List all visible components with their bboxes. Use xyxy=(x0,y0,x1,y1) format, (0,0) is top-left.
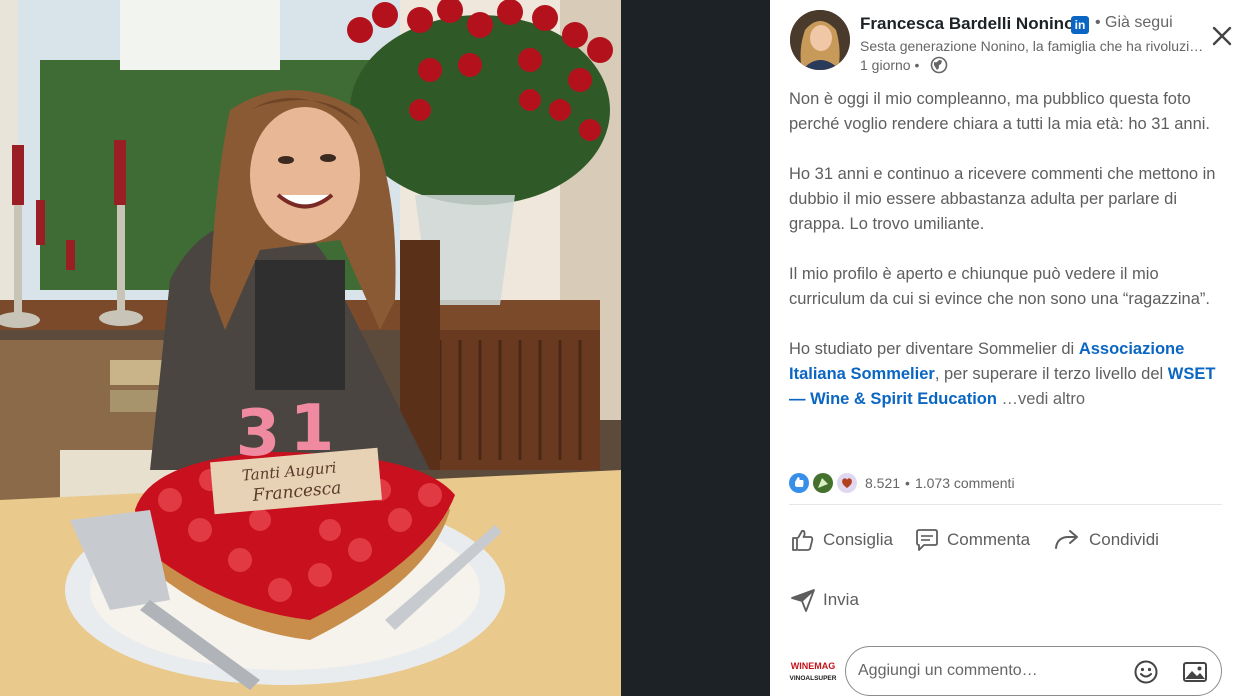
reaction-count: 8.521 xyxy=(865,475,901,491)
post-paragraph: Non è oggi il mio compleanno, ma pubblic… xyxy=(789,90,1211,133)
see-more-link[interactable]: …vedi altro xyxy=(1002,390,1085,408)
close-icon[interactable] xyxy=(1208,22,1236,50)
post-body: Non è oggi il mio compleanno, ma pubblic… xyxy=(789,87,1229,412)
emoji-icon[interactable] xyxy=(1133,659,1159,685)
post-paragraph: Il mio profilo è aperto e chiunque può v… xyxy=(789,265,1210,308)
photo-illustration: Tanti Auguri Francesca 3 1 xyxy=(0,0,621,696)
author-headline: Sesta generazione Nonino, la famiglia ch… xyxy=(860,38,1205,54)
post-text: Ho studiato per diventare Sommelier di xyxy=(789,340,1075,358)
logo-text-vinoalsuper: VINOALSUPER xyxy=(790,675,837,682)
post-paragraph-with-links: Ho studiato per diventare Sommelier di A… xyxy=(789,337,1229,412)
like-icon xyxy=(792,529,814,551)
comment-input[interactable] xyxy=(858,659,1118,683)
share-icon xyxy=(1055,530,1078,549)
post-time: 1 giorno • xyxy=(860,57,920,73)
stats-separator: • xyxy=(905,475,910,491)
avatar-image xyxy=(790,10,850,70)
linkedin-icon: in xyxy=(1071,16,1089,34)
like-label: Consiglia xyxy=(823,530,893,549)
post-text: , per superare il terzo livello del xyxy=(934,365,1164,383)
follow-status: • Già segui xyxy=(1095,14,1173,31)
comment-label: Commenta xyxy=(947,530,1031,549)
support-icon xyxy=(837,473,857,493)
send-label: Invia xyxy=(823,590,859,609)
author-name[interactable]: Francesca Bardelli Nonino xyxy=(860,14,1074,34)
like-button[interactable]: Consiglia xyxy=(789,526,893,554)
post-paragraph: Ho 31 anni e continuo a ricevere comment… xyxy=(789,165,1216,233)
celebrate-icon xyxy=(813,473,833,493)
comment-box xyxy=(845,646,1222,696)
modal-gutter xyxy=(621,0,770,696)
post-modal: Tanti Auguri Francesca 3 1 Francesca Bar… xyxy=(0,0,1237,696)
comment-button[interactable]: Commenta xyxy=(913,526,1030,554)
commenter-logo[interactable]: WINEMAG VINOALSUPER xyxy=(788,657,838,685)
candle-three: 3 xyxy=(236,397,281,471)
send-icon xyxy=(791,589,815,612)
post-details-panel: Francesca Bardelli Nonino in • Già segui… xyxy=(770,0,1237,696)
globe-icon xyxy=(930,56,948,74)
like-icon xyxy=(789,473,809,493)
reactions-summary[interactable]: 8.521 • 1.073 commenti xyxy=(789,472,1015,494)
author-avatar[interactable] xyxy=(790,10,850,70)
post-photo[interactable]: Tanti Auguri Francesca 3 1 xyxy=(0,0,621,696)
comments-count[interactable]: 1.073 commenti xyxy=(915,475,1015,491)
share-label: Condividi xyxy=(1089,530,1159,549)
share-button[interactable]: Condividi xyxy=(1053,526,1159,554)
logo-text-winemag: WINEMAG xyxy=(791,661,836,671)
comment-icon xyxy=(916,529,938,551)
send-button[interactable]: Invia xyxy=(789,586,859,614)
candle-one: 1 xyxy=(290,392,335,466)
divider xyxy=(789,504,1222,505)
image-icon[interactable] xyxy=(1182,659,1208,685)
